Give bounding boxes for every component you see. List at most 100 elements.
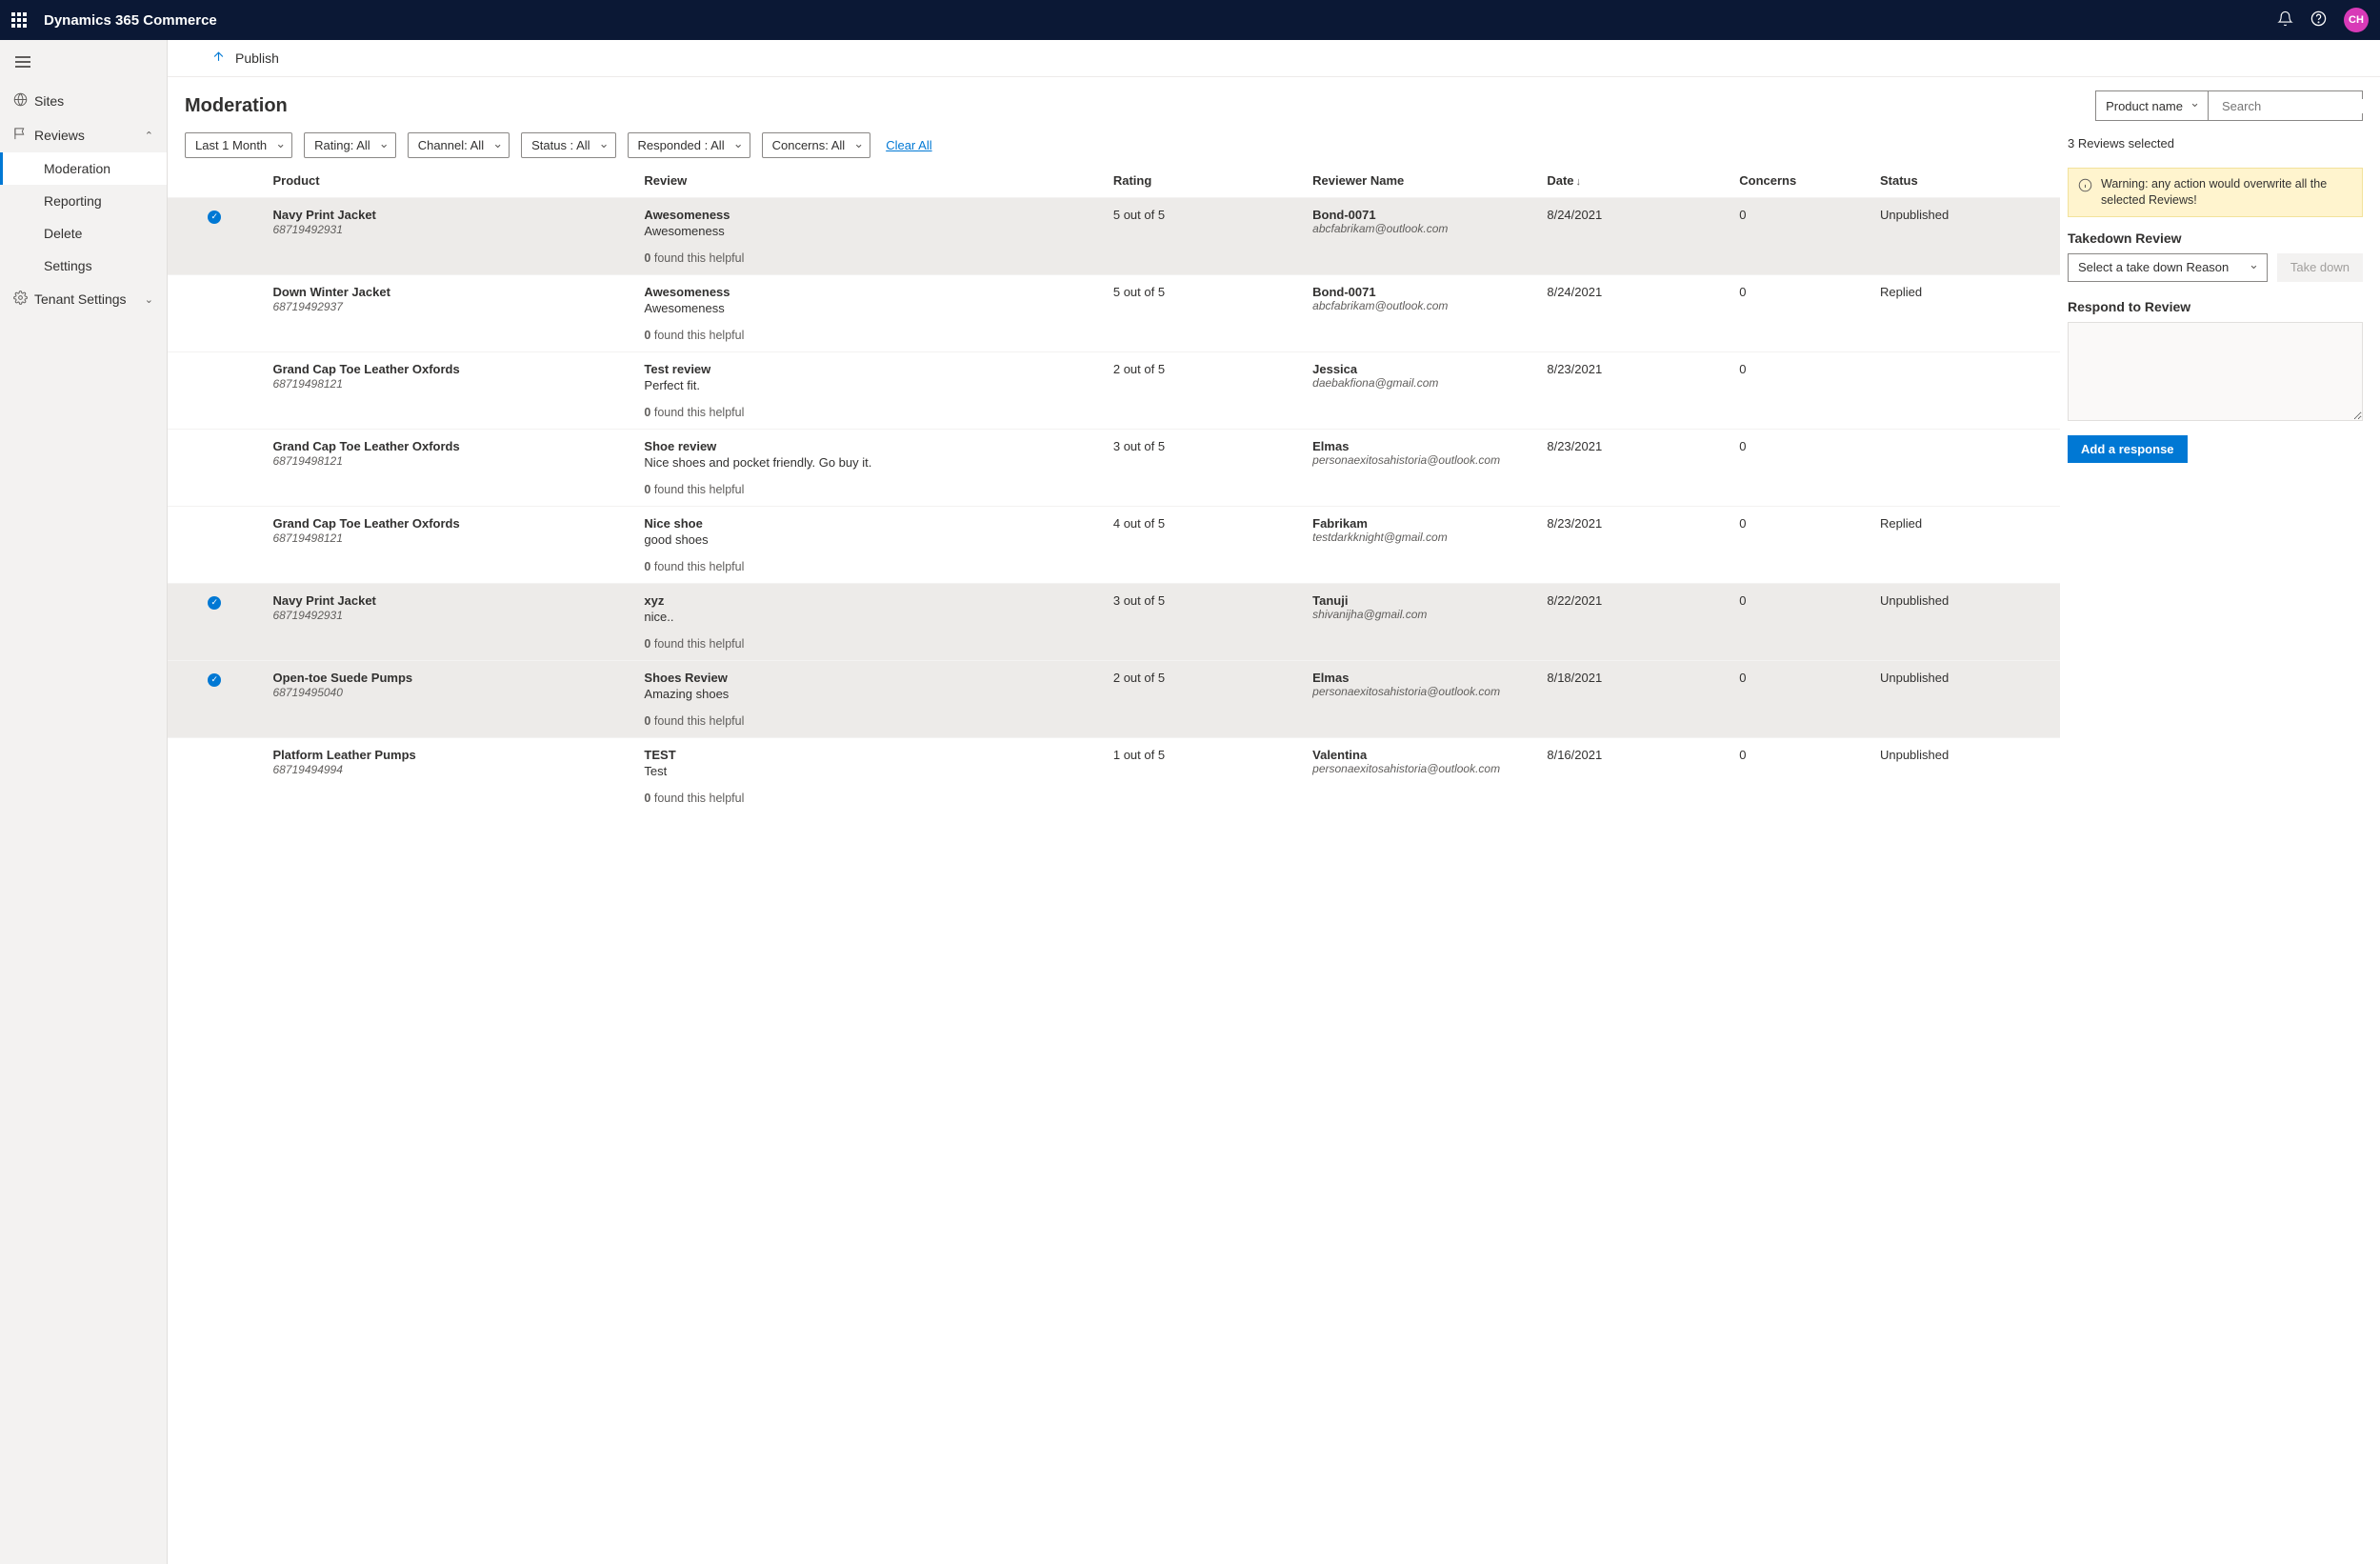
rating-cell: 5 out of 5: [1106, 198, 1305, 275]
search-box[interactable]: [2209, 90, 2363, 121]
help-icon[interactable]: [2310, 10, 2327, 30]
chevron-up-icon: ⌃: [145, 130, 153, 142]
table-row[interactable]: Grand Cap Toe Leather Oxfords 6871949812…: [168, 507, 2060, 584]
review-title: xyz: [644, 593, 1097, 608]
bell-icon[interactable]: [2277, 10, 2293, 30]
helpful-count: 0 found this helpful: [644, 792, 1097, 805]
waffle-icon[interactable]: [11, 12, 27, 28]
reviewer-email: testdarkknight@gmail.com: [1312, 531, 1531, 544]
table-row[interactable]: ✓ Navy Print Jacket 68719492931 Awesomen…: [168, 198, 2060, 275]
concerns-cell: 0: [1731, 738, 1872, 815]
reviews-table: Product Review Rating Reviewer Name Date…: [168, 168, 2060, 814]
rating-cell: 5 out of 5: [1106, 275, 1305, 352]
nav-reporting[interactable]: Reporting: [0, 185, 167, 217]
row-checkmark-icon[interactable]: ✓: [208, 673, 221, 687]
filter-channel[interactable]: Channel: All: [408, 132, 510, 158]
hamburger-icon[interactable]: [0, 50, 167, 84]
rating-cell: 4 out of 5: [1106, 507, 1305, 584]
filter-concerns[interactable]: Concerns: All: [762, 132, 871, 158]
product-id: 68719494994: [272, 763, 629, 776]
reviewer-email: personaexitosahistoria@outlook.com: [1312, 762, 1531, 775]
review-body: Amazing shoes: [644, 687, 1097, 701]
review-body: Perfect fit.: [644, 378, 1097, 392]
reviews-icon: [13, 127, 34, 144]
gear-icon: [13, 291, 34, 308]
date-cell: 8/24/2021: [1539, 198, 1731, 275]
rating-cell: 3 out of 5: [1106, 430, 1305, 507]
add-response-button[interactable]: Add a response: [2068, 435, 2188, 463]
filter-responded[interactable]: Responded : All: [628, 132, 750, 158]
nav-sites[interactable]: Sites: [0, 84, 167, 118]
product-name: Grand Cap Toe Leather Oxfords: [272, 362, 629, 376]
search-input[interactable]: [2222, 99, 2380, 113]
col-concerns[interactable]: Concerns: [1731, 168, 1872, 198]
clear-all-link[interactable]: Clear All: [886, 138, 931, 152]
publish-label[interactable]: Publish: [235, 50, 279, 66]
helpful-count: 0 found this helpful: [644, 714, 1097, 728]
status-cell: Replied: [1872, 507, 2060, 584]
publish-bar: Publish: [168, 40, 2380, 77]
concerns-cell: 0: [1731, 198, 1872, 275]
selection-count: 3 Reviews selected: [2068, 136, 2363, 150]
product-id: 68719495040: [272, 686, 629, 699]
reviewer-email: shivanijha@gmail.com: [1312, 608, 1531, 621]
helpful-count: 0 found this helpful: [644, 406, 1097, 419]
col-review[interactable]: Review: [636, 168, 1105, 198]
product-name: Navy Print Jacket: [272, 593, 629, 608]
filter-date-range[interactable]: Last 1 Month: [185, 132, 292, 158]
status-cell: [1872, 352, 2060, 430]
table-row[interactable]: Platform Leather Pumps 68719494994 TEST …: [168, 738, 2060, 815]
col-product[interactable]: Product: [261, 168, 636, 198]
table-row[interactable]: Grand Cap Toe Leather Oxfords 6871949812…: [168, 352, 2060, 430]
table-row[interactable]: ✓ Navy Print Jacket 68719492931 xyz nice…: [168, 584, 2060, 661]
filter-status[interactable]: Status : All: [521, 132, 615, 158]
review-title: Awesomeness: [644, 285, 1097, 299]
filter-rating[interactable]: Rating: All: [304, 132, 396, 158]
col-status[interactable]: Status: [1872, 168, 2060, 198]
helpful-count: 0 found this helpful: [644, 483, 1097, 496]
date-cell: 8/23/2021: [1539, 507, 1731, 584]
row-checkmark-icon[interactable]: ✓: [208, 596, 221, 610]
concerns-cell: 0: [1731, 661, 1872, 738]
reviewer-name: Bond-0071: [1312, 285, 1531, 299]
reviewer-email: personaexitosahistoria@outlook.com: [1312, 453, 1531, 467]
row-checkmark-icon[interactable]: ✓: [208, 211, 221, 224]
reviewer-name: Tanuji: [1312, 593, 1531, 608]
takedown-button[interactable]: Take down: [2277, 253, 2363, 282]
review-body: Awesomeness: [644, 224, 1097, 238]
col-rating[interactable]: Rating: [1106, 168, 1305, 198]
col-reviewer[interactable]: Reviewer Name: [1305, 168, 1539, 198]
date-cell: 8/18/2021: [1539, 661, 1731, 738]
nav-tenant-settings[interactable]: Tenant Settings ⌄: [0, 282, 167, 316]
col-date[interactable]: Date↓: [1539, 168, 1731, 198]
nav-delete[interactable]: Delete: [0, 217, 167, 250]
concerns-cell: 0: [1731, 352, 1872, 430]
date-cell: 8/23/2021: [1539, 352, 1731, 430]
publish-arrow-icon[interactable]: [211, 50, 226, 67]
product-name: Platform Leather Pumps: [272, 748, 629, 762]
concerns-cell: 0: [1731, 507, 1872, 584]
table-row[interactable]: Down Winter Jacket 68719492937 Awesomene…: [168, 275, 2060, 352]
product-name-select[interactable]: Product name: [2095, 90, 2209, 121]
rating-cell: 1 out of 5: [1106, 738, 1305, 815]
globe-icon: [13, 92, 34, 110]
product-id: 68719492931: [272, 609, 629, 622]
product-name: Open-toe Suede Pumps: [272, 671, 629, 685]
review-title: Shoes Review: [644, 671, 1097, 685]
avatar[interactable]: CH: [2344, 8, 2369, 32]
review-body: good shoes: [644, 532, 1097, 547]
review-title: Awesomeness: [644, 208, 1097, 222]
page-title: Moderation: [185, 95, 288, 117]
table-row[interactable]: Grand Cap Toe Leather Oxfords 6871949812…: [168, 430, 2060, 507]
product-name: Navy Print Jacket: [272, 208, 629, 222]
reviewer-email: abcfabrikam@outlook.com: [1312, 299, 1531, 312]
review-body: Test: [644, 764, 1097, 778]
nav-settings[interactable]: Settings: [0, 250, 167, 282]
nav-reviews[interactable]: Reviews ⌃: [0, 118, 167, 152]
respond-textarea[interactable]: [2068, 322, 2363, 421]
table-row[interactable]: ✓ Open-toe Suede Pumps 68719495040 Shoes…: [168, 661, 2060, 738]
review-title: Shoe review: [644, 439, 1097, 453]
nav-moderation[interactable]: Moderation: [0, 152, 167, 185]
takedown-reason-select[interactable]: Select a take down Reason: [2068, 253, 2268, 282]
reviewer-email: daebakfiona@gmail.com: [1312, 376, 1531, 390]
